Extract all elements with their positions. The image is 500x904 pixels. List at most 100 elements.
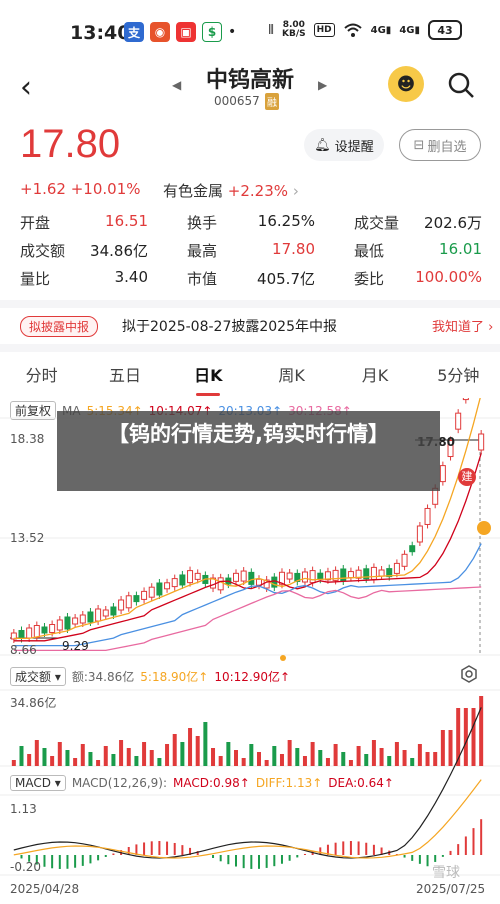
candle-body xyxy=(148,586,155,598)
notice-text: 拟于2025-08-27披露2025年中报 xyxy=(122,319,337,335)
volume-bar xyxy=(348,760,353,766)
notice-badge: 拟披露中报 xyxy=(20,316,99,337)
build-position-marker[interactable]: 建 xyxy=(458,468,476,486)
remove-watchlist-button[interactable]: ⊟ 删自选 xyxy=(399,129,481,161)
candle-body xyxy=(233,572,240,582)
tab-3[interactable]: 周K xyxy=(250,362,333,390)
volume-bar xyxy=(333,744,338,766)
stat-cell: 成交额 34.86亿 xyxy=(20,240,148,261)
volume-bar xyxy=(279,754,284,766)
volume-bar xyxy=(302,756,307,766)
stats-row: 量比 3.40 市值 405.7亿 委比 100.00% xyxy=(20,264,482,292)
search-icon[interactable] xyxy=(446,70,476,100)
more-dot-icon: • xyxy=(228,24,237,40)
notification-icons: 支 ◉ ▣ $ • xyxy=(124,22,236,42)
candle-body xyxy=(49,624,56,633)
volume-select[interactable]: 成交额 ▾ xyxy=(10,667,66,686)
margin-badge: 融 xyxy=(265,93,279,110)
candle-body xyxy=(187,570,194,584)
clock: 13:40 xyxy=(70,22,131,44)
date-start: 2025/04/28 xyxy=(10,882,80,896)
tab-1[interactable]: 五日 xyxy=(83,362,166,390)
candle-body xyxy=(309,570,316,584)
candle-body xyxy=(347,571,354,579)
volume-bar xyxy=(103,746,108,766)
stat-value: 34.86亿 xyxy=(90,241,148,260)
stat-label: 市值 xyxy=(187,269,218,288)
volume-bar xyxy=(19,746,24,766)
volume-bar xyxy=(165,744,170,766)
volume-bar xyxy=(272,746,277,766)
macd-axis-max: 1.13 xyxy=(10,802,37,816)
candle-body xyxy=(401,553,408,567)
volume-bar xyxy=(42,748,47,766)
volume-bar xyxy=(410,758,415,766)
stock-header: ‹ ◀ 中钨高新 ▶ 000657 融 ☻ xyxy=(0,62,500,118)
candle-body xyxy=(317,572,324,580)
tab-0[interactable]: 分时 xyxy=(0,362,83,390)
volume-bar xyxy=(325,758,330,766)
volume-bar xyxy=(256,752,261,766)
stock-name: 中钨高新 xyxy=(205,68,294,93)
volume-bar xyxy=(149,750,154,766)
volume-bar xyxy=(226,742,231,766)
stat-cell: 成交量 202.6万 xyxy=(354,212,482,233)
volume-bar xyxy=(157,758,162,766)
volume-bar xyxy=(471,708,476,766)
stat-value: 16.51 xyxy=(105,211,148,230)
indicator-select[interactable]: MACD ▾ xyxy=(10,775,66,791)
stat-cell: 量比 3.40 xyxy=(20,268,148,289)
status-bar: 13:40 支 ◉ ▣ $ • ⦀ 8.00 KB/S HD 4G▮ 4G▮ 4… xyxy=(0,0,500,62)
settings-icon[interactable] xyxy=(460,665,478,683)
candle-body xyxy=(248,571,255,585)
candle-body xyxy=(72,617,79,625)
candle-body xyxy=(171,578,178,588)
date-end: 2025/07/25 xyxy=(416,882,486,896)
set-alert-button[interactable]: 🔔︎ 设提醒 xyxy=(304,129,384,161)
candle-body xyxy=(462,398,469,401)
divider xyxy=(0,344,500,352)
candle-body xyxy=(18,630,25,639)
volume-bar xyxy=(364,754,369,766)
tab-4[interactable]: 月K xyxy=(333,362,416,390)
volume-bar xyxy=(195,736,200,766)
volume-bar xyxy=(433,752,438,766)
next-stock-icon[interactable]: ▶ xyxy=(318,78,327,92)
volume-bar xyxy=(134,756,139,766)
tab-2[interactable]: 日K xyxy=(167,362,250,396)
signal-icon: 4G▮ xyxy=(370,24,392,36)
sector-link[interactable]: 有色金属 +2.23% › xyxy=(163,180,299,201)
candle-body xyxy=(41,626,48,634)
candle-body xyxy=(424,507,431,525)
min-price-mark: 9.29 xyxy=(62,639,89,653)
volume-bar xyxy=(203,722,208,766)
volume-bar xyxy=(80,744,85,766)
chevron-right-icon: › xyxy=(292,182,299,200)
volume-bar xyxy=(371,740,376,766)
current-price: 17.80 xyxy=(20,122,121,166)
macd-legend: MACD ▾ MACD(12,26,9): MACD:0.98↑ DIFF:1.… xyxy=(10,775,394,791)
volume-bar xyxy=(402,750,407,766)
volume-bar xyxy=(172,734,177,766)
volume-bar xyxy=(264,760,269,766)
volume-bar xyxy=(211,748,216,766)
app-notification-icon: ▣ xyxy=(176,22,196,42)
candle-body xyxy=(478,433,485,451)
app-notification-icon: 支 xyxy=(124,22,144,42)
candle-body xyxy=(87,611,94,623)
volume-bar xyxy=(425,752,430,766)
stat-value: 3.40 xyxy=(114,267,148,286)
volume-bar xyxy=(57,742,62,766)
volume-bar xyxy=(287,740,292,766)
stats-row: 成交额 34.86亿 最高 17.80 最低 16.01 xyxy=(20,236,482,264)
dismiss-link[interactable]: 我知道了 › xyxy=(432,316,493,335)
trade-marker xyxy=(477,521,491,535)
notice-bar[interactable]: 拟披露中报 拟于2025-08-27披露2025年中报 我知道了 › xyxy=(0,308,500,344)
mascot-icon[interactable]: ☻ xyxy=(388,66,424,102)
tab-5[interactable]: 5分钟 xyxy=(417,362,500,390)
volume-bar xyxy=(27,754,32,766)
candle-body xyxy=(179,574,186,586)
hd-badge: HD xyxy=(313,23,335,37)
stat-label: 成交量 xyxy=(354,213,400,232)
volume-bar xyxy=(119,740,124,766)
